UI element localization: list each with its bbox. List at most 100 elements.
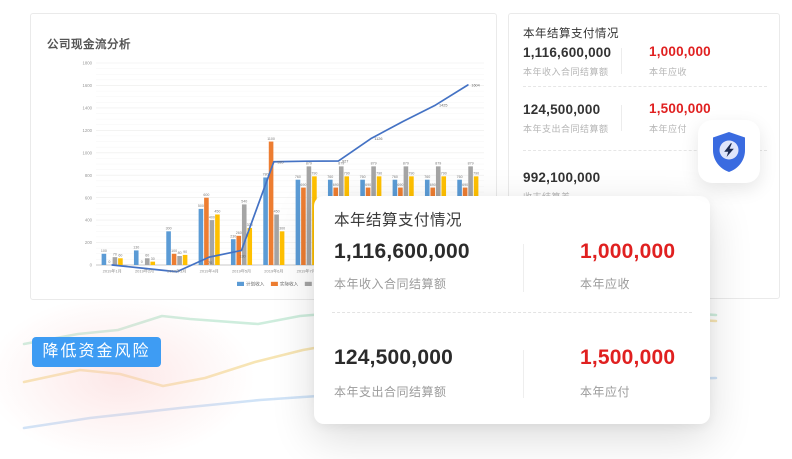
svg-text:879: 879	[306, 162, 312, 166]
svg-text:450: 450	[214, 210, 220, 214]
row-divider	[523, 86, 767, 87]
svg-text:1126: 1126	[374, 137, 382, 141]
popup-receivable-label: 本年应收	[580, 275, 630, 292]
svg-text:790: 790	[311, 172, 317, 176]
svg-text:760: 760	[327, 175, 333, 179]
popup-receivable-value: 1,000,000	[580, 240, 675, 264]
svg-text:130: 130	[239, 254, 245, 258]
svg-text:1200: 1200	[82, 128, 92, 133]
svg-text:300: 300	[279, 227, 285, 231]
svg-text:计划收入: 计划收入	[246, 281, 265, 288]
svg-text:790: 790	[408, 172, 414, 176]
column-divider	[523, 350, 524, 398]
popup-title: 本年结算支付情况	[334, 208, 462, 230]
svg-text:0: 0	[141, 260, 143, 264]
settlement-popup-card: 本年结算支付情况 1,116,600,000 本年收入合同结算额 1,000,0…	[314, 196, 710, 424]
svg-text:70: 70	[113, 252, 117, 256]
svg-text:0: 0	[90, 263, 93, 268]
svg-text:70: 70	[208, 261, 212, 265]
svg-text:879: 879	[468, 162, 474, 166]
svg-text:80: 80	[178, 251, 182, 255]
svg-text:400: 400	[85, 218, 93, 223]
svg-text:实际收入: 实际收入	[280, 281, 299, 288]
svg-text:2019年3月: 2019年3月	[167, 268, 186, 274]
svg-text:879: 879	[435, 162, 441, 166]
svg-text:690: 690	[462, 183, 468, 187]
shield-lightning-icon	[709, 130, 749, 174]
svg-text:600: 600	[85, 195, 93, 200]
risk-reduction-tag[interactable]: 降低资金风险	[32, 337, 161, 367]
payable-value: 1,500,000	[649, 101, 711, 116]
receivable-label: 本年应收	[649, 65, 687, 78]
svg-text:760: 760	[295, 175, 301, 179]
svg-text:1000: 1000	[82, 150, 92, 155]
income-contract-settlement-value: 1,116,600,000	[523, 45, 611, 60]
svg-text:2019年1月: 2019年1月	[103, 268, 122, 274]
svg-text:920: 920	[277, 160, 283, 164]
svg-text:690: 690	[333, 183, 339, 187]
security-shield-badge	[698, 120, 760, 183]
finance-dashboard: 公司现金流分析 20040060080010001200140016001800…	[0, 0, 792, 459]
svg-text:690: 690	[430, 183, 436, 187]
svg-text:790: 790	[344, 172, 350, 176]
svg-text:200: 200	[85, 240, 93, 245]
svg-text:690: 690	[397, 183, 403, 187]
payable-label: 本年应付	[649, 122, 687, 135]
svg-text:2019年2月: 2019年2月	[135, 268, 154, 274]
svg-text:2019年5月: 2019年5月	[232, 268, 251, 274]
svg-text:100: 100	[101, 249, 107, 253]
column-divider	[621, 48, 622, 74]
svg-text:1425: 1425	[439, 104, 447, 108]
svg-text:879: 879	[371, 162, 377, 166]
popup-income-contract-settlement-value: 1,116,600,000	[334, 240, 470, 264]
svg-text:600: 600	[203, 193, 209, 197]
svg-text:450: 450	[274, 210, 280, 214]
svg-text:1600: 1600	[82, 83, 92, 88]
svg-text:800: 800	[85, 173, 93, 178]
popup-income-contract-settlement-label: 本年收入合同结算额	[334, 275, 447, 292]
column-divider	[621, 105, 622, 131]
svg-text:2019年4月: 2019年4月	[200, 268, 219, 274]
svg-text:2019年6月: 2019年6月	[264, 268, 283, 274]
svg-text:30: 30	[151, 257, 155, 261]
svg-text:1100: 1100	[267, 137, 275, 141]
popup-payable-value: 1,500,000	[580, 346, 675, 370]
svg-text:60: 60	[118, 253, 122, 257]
svg-text:760: 760	[457, 175, 463, 179]
svg-text:260: 260	[236, 231, 242, 235]
svg-text:790: 790	[441, 172, 447, 176]
svg-text:760: 760	[392, 175, 398, 179]
expenditure-contract-settlement-label: 本年支出合同结算额	[523, 122, 609, 135]
svg-text:300: 300	[166, 227, 172, 231]
svg-text:780: 780	[263, 173, 269, 177]
svg-text:927: 927	[342, 159, 348, 163]
svg-text:90: 90	[183, 250, 187, 254]
svg-text:790: 790	[376, 172, 382, 176]
row-divider	[332, 312, 692, 313]
svg-text:790: 790	[473, 172, 479, 176]
receivable-value: 1,000,000	[649, 44, 711, 59]
svg-text:60: 60	[145, 253, 149, 257]
svg-text:690: 690	[300, 183, 306, 187]
expenditure-contract-settlement-value: 124,500,000	[523, 102, 600, 117]
svg-text:400: 400	[209, 215, 215, 219]
svg-text:1800: 1800	[82, 61, 92, 66]
summary-panel-title: 本年结算支付情况	[523, 25, 619, 41]
svg-text:0: 0	[108, 260, 110, 264]
popup-expenditure-contract-settlement-value: 124,500,000	[334, 346, 453, 370]
svg-text:690: 690	[365, 183, 371, 187]
income-contract-settlement-label: 本年收入合同结算额	[523, 65, 609, 78]
popup-expenditure-contract-settlement-label: 本年支出合同结算额	[334, 383, 447, 400]
popup-payable-label: 本年应付	[580, 383, 630, 400]
settlement-balance-value: 992,100,000	[523, 170, 600, 185]
svg-text:760: 760	[360, 175, 366, 179]
svg-text:2019年7月: 2019年7月	[297, 268, 316, 274]
svg-text:500: 500	[198, 204, 204, 208]
svg-text:760: 760	[424, 175, 430, 179]
svg-text:100: 100	[171, 249, 177, 253]
svg-text:1400: 1400	[82, 105, 92, 110]
column-divider	[523, 244, 524, 292]
svg-text:879: 879	[403, 162, 409, 166]
svg-text:1604: 1604	[471, 83, 479, 87]
svg-text:130: 130	[133, 246, 139, 250]
